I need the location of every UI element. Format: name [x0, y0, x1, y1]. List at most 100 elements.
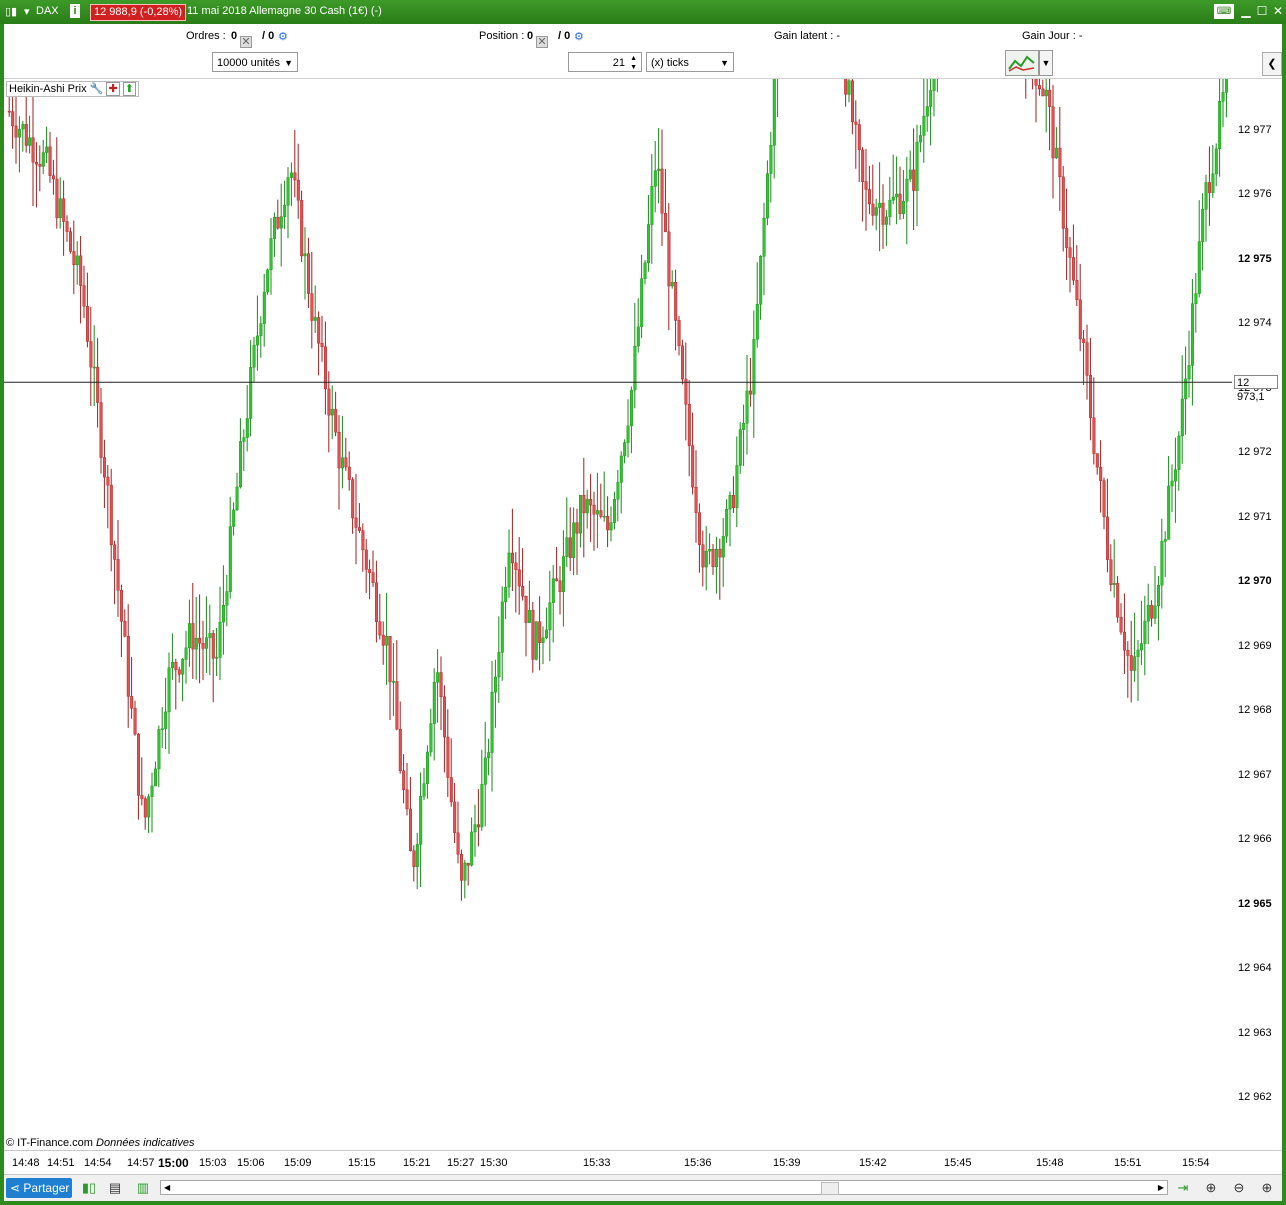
autoscroll-icon[interactable]: ⇥ — [1174, 1179, 1192, 1197]
stepper-arrows-icon[interactable]: ▲ ▼ — [630, 54, 637, 72]
keyboard-icon[interactable]: ⌨ — [1214, 4, 1234, 19]
bear-candle — [749, 390, 753, 395]
time-axis[interactable]: 14:48 14:51 14:54 14:57 15:00 15:03 15:06 15:09… — [4, 1150, 1282, 1175]
units-select[interactable]: 10000 unités ▼ — [212, 52, 298, 72]
bull-candle — [704, 550, 708, 568]
scroll-right-icon[interactable]: ▶ — [1158, 1181, 1164, 1194]
bull-candle — [534, 621, 538, 660]
bull-candle — [885, 216, 889, 225]
bear-candle — [568, 537, 572, 558]
bull-candle — [636, 326, 640, 347]
bear-candle — [174, 662, 178, 671]
price-axis[interactable]: 12 962 12 963 12 964 12 965 12 966 12 967 12 9… — [1232, 79, 1282, 1150]
bull-candle — [41, 152, 45, 167]
bottom-toolbar: ⋖ Partager ▮▯ ▤ ▥ ◀ ▶ ⇥ ⊕ ⊖ ⊕ — [4, 1174, 1282, 1202]
bull-candle — [650, 186, 654, 225]
time-tick: 15:36 — [684, 1157, 712, 1169]
bull-candle — [766, 173, 770, 219]
bull-candle — [769, 145, 773, 174]
bull-candle — [616, 482, 620, 500]
bull-candle — [490, 691, 494, 753]
bear-candle — [1048, 89, 1052, 107]
tick-count-value: 21 — [612, 57, 625, 69]
chart-type-dropdown[interactable]: ▼ — [1039, 50, 1053, 76]
remove-indicator-icon[interactable]: ✚ — [106, 82, 120, 96]
price-tick: 12 964 — [1238, 962, 1272, 975]
chevron-down-icon: ▼ — [720, 58, 729, 68]
list-icon[interactable]: ▤ — [106, 1179, 124, 1197]
position-value: 0 — [527, 30, 534, 42]
chevron-down-icon[interactable]: ▾ — [24, 5, 30, 18]
bull-candle — [235, 486, 239, 511]
window-border-bottom — [0, 1201, 1286, 1205]
bear-candle — [1051, 106, 1055, 159]
bull-candle — [1214, 148, 1218, 175]
bull-candle — [1163, 539, 1167, 542]
bull-candle — [480, 784, 484, 828]
bear-candle — [388, 636, 392, 683]
scroll-left-icon[interactable]: ◀ — [164, 1181, 170, 1194]
bear-candle — [116, 559, 120, 591]
bull-candle — [436, 672, 440, 683]
bull-candle — [429, 723, 433, 753]
bull-candle — [1190, 303, 1194, 366]
bull-candle — [279, 216, 283, 229]
bar-style-icon[interactable]: ▮▯ — [80, 1179, 98, 1197]
title-bar: ▯▮ ▾ DAX i 12 988,9 (-0,28%) 11 mai 2018… — [0, 0, 1286, 24]
wrench-icon[interactable]: 🔧 — [90, 83, 104, 95]
time-tick: 15:00 — [158, 1156, 189, 1170]
bull-candle — [565, 537, 569, 557]
scroll-thumb[interactable] — [821, 1182, 839, 1195]
tick-mode-select[interactable]: (x) ticks ▼ — [646, 52, 734, 72]
bull-candle — [507, 552, 511, 588]
price-tick: 12 974 — [1238, 317, 1272, 330]
bull-candle — [17, 128, 21, 138]
bull-candle — [283, 204, 287, 217]
symbol-label[interactable]: DAX — [36, 5, 59, 17]
horizontal-scrollbar[interactable]: ◀ ▶ — [160, 1180, 1168, 1195]
close-icon[interactable]: ✕ — [1270, 4, 1286, 19]
move-up-icon[interactable]: ⬆ — [122, 82, 136, 96]
bear-candle — [439, 672, 443, 697]
bull-candle — [494, 676, 498, 693]
info-icon[interactable]: i — [70, 4, 80, 18]
bear-candle — [412, 850, 416, 867]
bear-candle — [701, 544, 705, 568]
bear-candle — [102, 457, 106, 478]
gain-jour: Gain Jour : - — [1022, 30, 1083, 42]
bear-candle — [1075, 280, 1079, 301]
panel-toggle-icon[interactable]: ❮ — [1262, 52, 1282, 76]
columns-icon[interactable]: ▥ — [134, 1179, 152, 1197]
gain-latent: Gain latent : - — [774, 30, 841, 42]
position-label: Position : — [479, 30, 525, 42]
bull-candle — [249, 367, 253, 419]
bear-candle — [511, 552, 515, 564]
zoom-in-icon[interactable]: ⊕ — [1258, 1179, 1276, 1197]
bear-candle — [575, 522, 579, 534]
bull-candle — [238, 441, 242, 488]
bear-candle — [68, 231, 72, 252]
candlestick-icon[interactable]: ▯▮ — [5, 5, 17, 18]
bear-candle — [1082, 338, 1086, 343]
bear-candle — [1129, 655, 1133, 671]
position-gear-icon[interactable]: ⚙ — [574, 30, 584, 43]
zoom-out-icon[interactable]: ⊖ — [1230, 1179, 1248, 1197]
bear-candle — [409, 808, 413, 851]
chart-canvas[interactable]: Heikin-Ashi Prix 🔧 ✚ ⬆ © IT-Finance.com … — [4, 79, 1233, 1150]
bull-candle — [252, 344, 256, 368]
chart-type-button[interactable] — [1005, 50, 1039, 76]
bull-candle — [919, 135, 923, 143]
share-button[interactable]: ⋖ Partager — [6, 1178, 72, 1198]
zoom-fit-icon[interactable]: ⊕ — [1202, 1179, 1220, 1197]
time-tick: 15:15 — [348, 1157, 376, 1169]
bear-candle — [521, 585, 525, 597]
bear-candle — [55, 178, 59, 219]
bear-candle — [96, 366, 100, 403]
bear-candle — [681, 345, 685, 380]
bull-candle — [596, 510, 600, 515]
orders-gear-icon[interactable]: ⚙ — [278, 30, 288, 43]
tick-count-stepper[interactable]: 21 ▲ ▼ — [568, 52, 642, 72]
minimize-icon[interactable]: ▁ — [1238, 4, 1254, 19]
maximize-icon[interactable]: ☐ — [1254, 4, 1270, 19]
bull-candle — [1139, 643, 1143, 651]
